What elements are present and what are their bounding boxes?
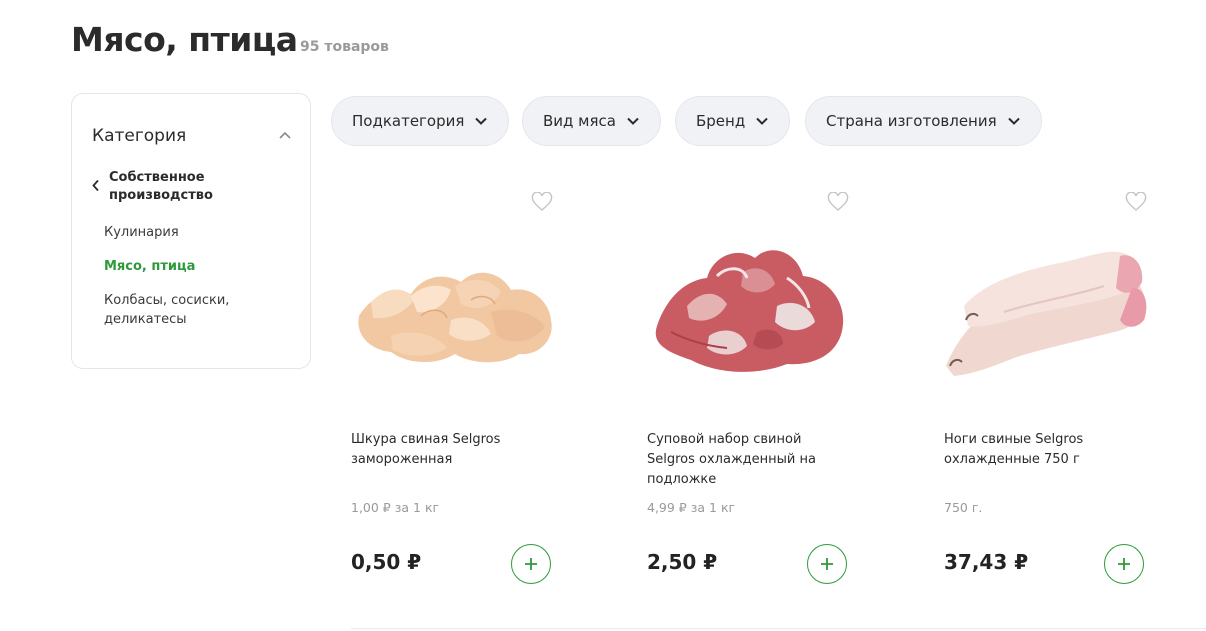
add-to-cart-button[interactable]: [807, 544, 847, 584]
filter-label: Страна изготовления: [826, 112, 997, 130]
heart-icon[interactable]: [827, 192, 849, 212]
product-name[interactable]: Ноги свиные Selgros охлажденные 750 г: [944, 430, 1144, 470]
heart-icon[interactable]: [1125, 192, 1147, 212]
product-price: 37,43 ₽: [944, 550, 1029, 574]
category-item-culinary[interactable]: Кулинария: [104, 223, 284, 242]
product-unit-price: 4,99 ₽ за 1 кг: [647, 500, 736, 515]
product-weight: 750 г.: [944, 500, 983, 515]
filter-meat-type[interactable]: Вид мяса: [522, 96, 661, 146]
divider: [351, 628, 1206, 629]
pork-soup-set-image[interactable]: [647, 216, 867, 406]
add-to-cart-button[interactable]: [1104, 544, 1144, 584]
pork-skin-image[interactable]: [351, 216, 571, 406]
filter-label: Подкатегория: [352, 112, 465, 130]
category-sidebar: Категория Собственное производство Кулин…: [71, 93, 311, 369]
chevron-down-icon: [756, 117, 768, 125]
product-card[interactable]: Суповой набор свиной Selgros охлажденный…: [647, 176, 867, 596]
product-unit-price: 1,00 ₽ за 1 кг: [351, 500, 440, 515]
chevron-up-icon[interactable]: [278, 130, 292, 140]
add-to-cart-button[interactable]: [511, 544, 551, 584]
heart-icon[interactable]: [531, 192, 553, 212]
product-count: 95 товаров: [300, 39, 389, 55]
category-item-sausages[interactable]: Колбасы, сосиски, деликатесы: [104, 291, 284, 329]
chevron-down-icon: [1007, 117, 1020, 125]
product-name[interactable]: Суповой набор свиной Selgros охлажденный…: [647, 430, 847, 490]
plus-icon: [821, 558, 833, 570]
filter-subcategory[interactable]: Подкатегория: [331, 96, 510, 146]
page-title: Мясо, птица: [71, 20, 298, 59]
product-name[interactable]: Шкура свиная Selgros замороженная: [351, 430, 551, 470]
product-card[interactable]: Ноги свиные Selgros охлажденные 750 г 75…: [944, 176, 1164, 596]
filter-label: Бренд: [696, 112, 746, 130]
chevron-down-icon: [627, 117, 639, 125]
plus-icon: [1118, 558, 1130, 570]
pork-legs-image[interactable]: [944, 216, 1164, 406]
filter-brand[interactable]: Бренд: [675, 96, 791, 146]
product-price: 2,50 ₽: [647, 550, 718, 574]
product-price: 0,50 ₽: [351, 550, 422, 574]
category-item-meat-poultry[interactable]: Мясо, птица: [104, 257, 284, 276]
back-category-link[interactable]: Собственное производство: [109, 169, 259, 205]
chevron-left-icon[interactable]: [91, 179, 100, 192]
plus-icon: [525, 558, 537, 570]
chevron-down-icon: [475, 117, 488, 125]
product-card[interactable]: Шкура свиная Selgros замороженная 1,00 ₽…: [351, 176, 571, 596]
filter-label: Вид мяса: [543, 112, 616, 130]
filter-country[interactable]: Страна изготовления: [805, 96, 1042, 146]
category-heading[interactable]: Категория: [92, 126, 186, 146]
